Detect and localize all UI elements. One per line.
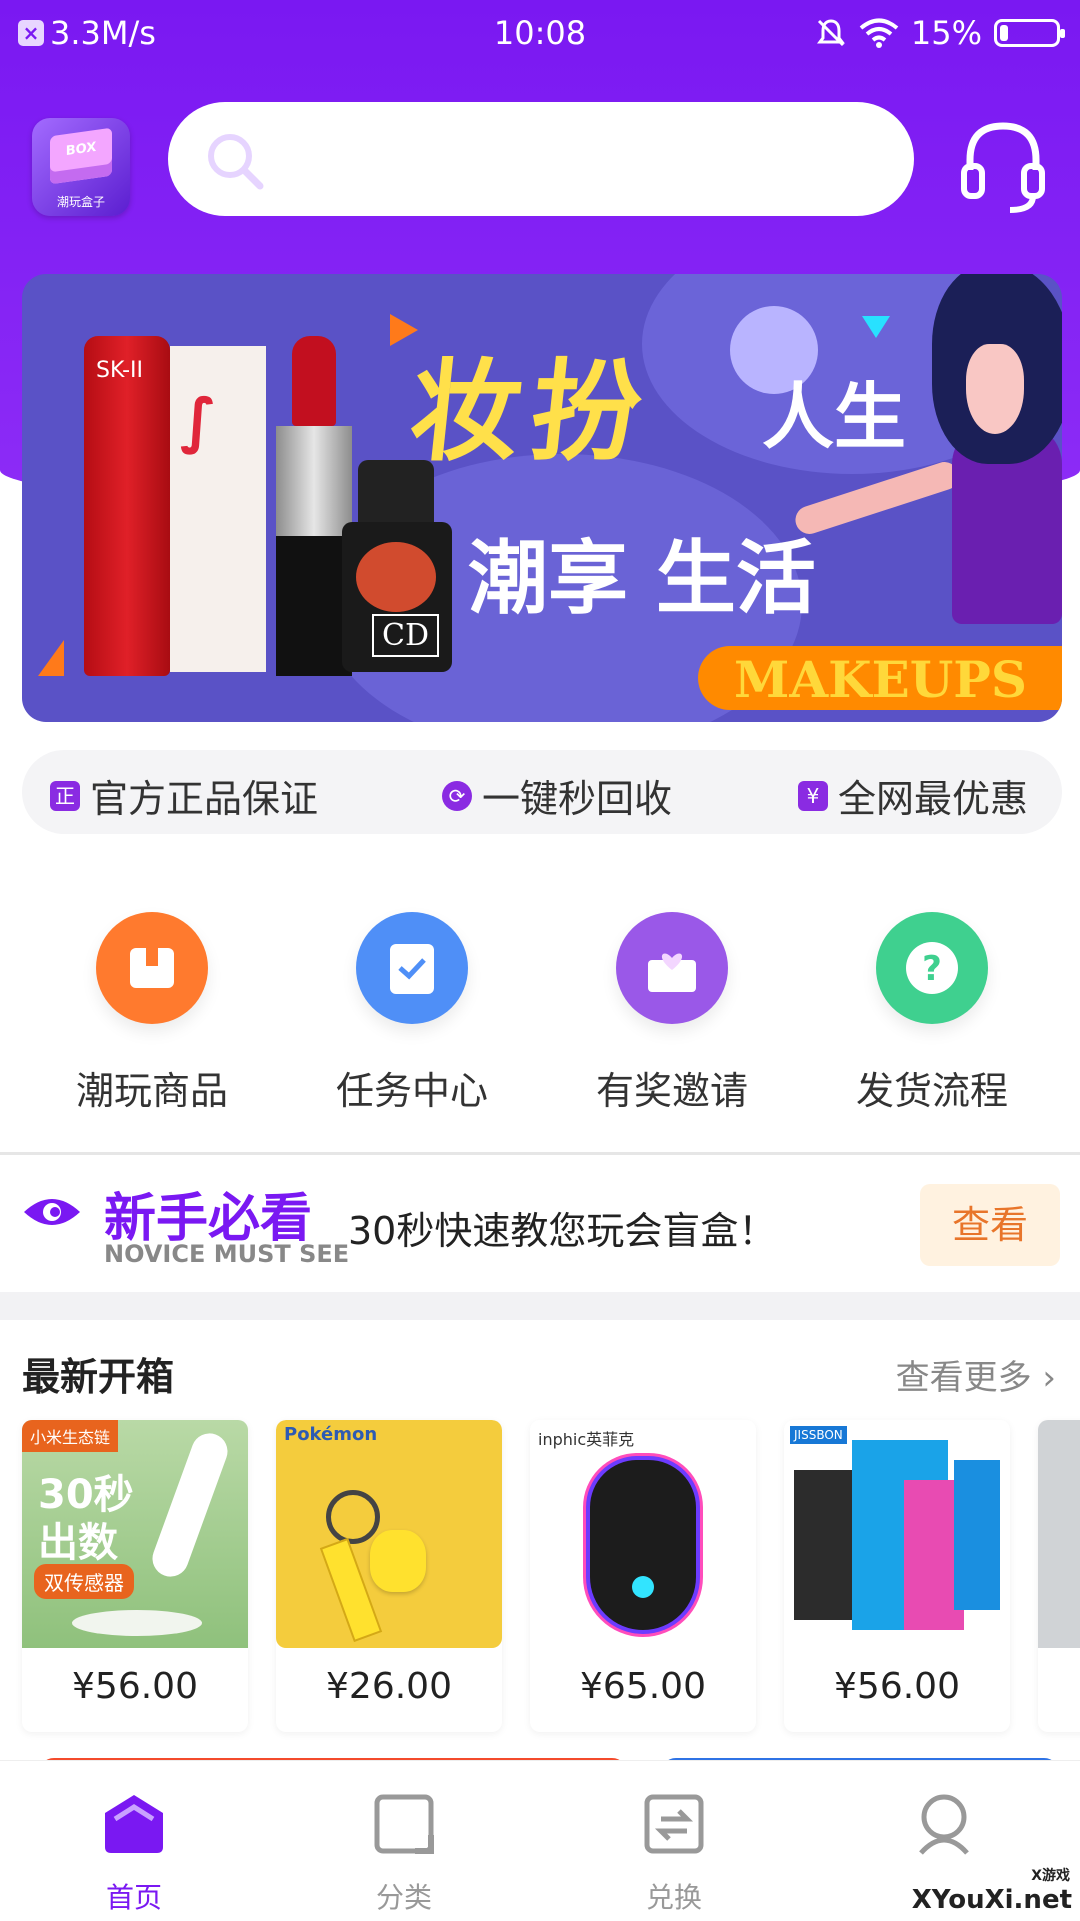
tab-label: 首页 bbox=[105, 1881, 162, 1914]
lipstick-tube bbox=[276, 426, 352, 676]
quick-action-label: 有奖邀请 bbox=[595, 1069, 748, 1113]
novice-subtitle: NOVICE MUST SEE bbox=[104, 1240, 350, 1268]
quick-action-label: 任务中心 bbox=[335, 1069, 488, 1113]
gaming-mouse-image: inphic英菲克 bbox=[530, 1420, 756, 1648]
product-card-partial[interactable] bbox=[1038, 1420, 1080, 1732]
view-more-label: 查看更多 bbox=[895, 1358, 1032, 1398]
product-slogan-3: 双传感器 bbox=[34, 1564, 134, 1599]
model-face bbox=[966, 344, 1024, 434]
app-logo[interactable]: BOX 潮玩盒子 bbox=[32, 118, 130, 216]
brand-cd-logo: CD bbox=[372, 614, 440, 657]
box-icon bbox=[96, 912, 208, 1024]
benefits-strip: 正 官方正品保证 ⟳ 一键秒回收 ¥ 全网最优惠 bbox=[22, 750, 1062, 834]
exchange-icon bbox=[644, 1794, 704, 1854]
certified-icon: 正 bbox=[50, 780, 80, 811]
watermark-small: X游戏 bbox=[1031, 1868, 1070, 1884]
product-tag: JISSBON bbox=[790, 1426, 847, 1444]
search-input[interactable] bbox=[278, 132, 882, 188]
deco-triangle bbox=[862, 316, 890, 338]
latest-unboxing-title: 最新开箱 bbox=[22, 1355, 175, 1399]
banner-headline: 妆扮 bbox=[404, 348, 658, 476]
wifi-icon bbox=[859, 18, 899, 48]
product-card[interactable]: Pokémon ¥26.00 bbox=[276, 1420, 502, 1732]
product-price: ¥56.00 bbox=[72, 1666, 198, 1707]
search-icon bbox=[208, 134, 264, 190]
deco-triangle bbox=[390, 314, 418, 346]
product-price: ¥56.00 bbox=[834, 1666, 960, 1707]
logo-caption: 潮玩盒子 bbox=[56, 195, 105, 209]
product-tag: Pokémon bbox=[284, 1424, 378, 1445]
status-bar: × 3.3M/s 10:08 15% bbox=[0, 0, 1080, 70]
watermark-text: XYouXi.net bbox=[911, 1885, 1072, 1915]
benefit-authentic: 正 官方正品保证 bbox=[50, 768, 318, 823]
skincare-box: ∫ bbox=[170, 346, 266, 672]
benefit-label: 官方正品保证 bbox=[90, 777, 319, 821]
product-tag: inphic英菲克 bbox=[538, 1430, 635, 1449]
eye-icon bbox=[24, 1199, 80, 1225]
svg-text:?: ? bbox=[922, 949, 942, 989]
quick-action-products[interactable]: 潮玩商品 bbox=[52, 912, 252, 1115]
logo-box-graphic: BOX bbox=[50, 127, 112, 185]
tab-home[interactable]: 首页 bbox=[64, 1791, 204, 1916]
chevron-right-icon: › bbox=[1042, 1358, 1056, 1398]
tab-exchange[interactable]: 兑换 bbox=[604, 1791, 744, 1916]
product-slogan-2: 出数 bbox=[38, 1520, 118, 1566]
tab-profile[interactable] bbox=[874, 1791, 1014, 1876]
customer-service-icon[interactable] bbox=[958, 118, 1048, 218]
bottom-tab-bar: 首页 分类 兑换 X游戏 XYouXi.net bbox=[0, 1760, 1080, 1921]
clipboard-check-icon bbox=[356, 912, 468, 1024]
banner-subtitle-2: 潮享 生活 bbox=[468, 532, 816, 625]
battery-percent: 15% bbox=[910, 14, 982, 52]
question-icon: ? bbox=[876, 912, 988, 1024]
quick-action-label: 发货流程 bbox=[855, 1069, 1008, 1113]
product-price: ¥65.00 bbox=[580, 1666, 706, 1707]
product-card[interactable]: inphic英菲克 ¥65.00 bbox=[530, 1420, 756, 1732]
section-divider bbox=[0, 1152, 1080, 1155]
quick-action-invite[interactable]: 有奖邀请 bbox=[572, 912, 772, 1115]
battery-icon bbox=[994, 19, 1065, 47]
benefit-label: 全网最优惠 bbox=[838, 777, 1029, 821]
novice-description: 30秒快速教您玩会盲盒！ bbox=[348, 1209, 777, 1253]
recycle-icon: ⟳ bbox=[442, 780, 472, 811]
search-bar[interactable] bbox=[168, 102, 914, 216]
deco-triangle bbox=[38, 640, 64, 676]
thermometer-image: 小米生态链 30秒 出数 双传感器 bbox=[22, 1420, 248, 1648]
pikachu-keychain-image: Pokémon bbox=[276, 1420, 502, 1648]
status-icons: 15% bbox=[815, 14, 1065, 52]
condom-box-image: JISSBON bbox=[784, 1420, 1010, 1648]
category-icon bbox=[374, 1794, 434, 1854]
quick-action-label: 潮玩商品 bbox=[75, 1069, 228, 1113]
skincare-bottle: SK-II bbox=[84, 336, 170, 676]
makeups-text: MAKEUPS bbox=[734, 650, 1028, 709]
product-price: ¥26.00 bbox=[326, 1666, 452, 1707]
banner-subtitle-1: 人生 bbox=[762, 375, 907, 459]
logo-box-text: BOX bbox=[65, 139, 97, 160]
tab-label: 分类 bbox=[375, 1881, 432, 1914]
product-tag: 小米生态链 bbox=[22, 1420, 119, 1452]
envelope-heart-icon bbox=[616, 912, 728, 1024]
tab-label: 兑换 bbox=[645, 1881, 702, 1914]
product-card[interactable]: JISSBON ¥56.00 bbox=[784, 1420, 1010, 1732]
price-tag-icon: ¥ bbox=[798, 780, 828, 811]
makeups-badge: MAKEUPS bbox=[698, 646, 1062, 710]
profile-icon bbox=[919, 1794, 969, 1855]
quick-action-tasks[interactable]: 任务中心 bbox=[312, 912, 512, 1115]
home-icon bbox=[105, 1795, 163, 1853]
benefit-recycle: ⟳ 一键秒回收 bbox=[442, 768, 672, 823]
brand-label: SK-II bbox=[96, 358, 143, 383]
novice-guide: 新手必看 NOVICE MUST SEE 30秒快速教您玩会盲盒！ 查看 bbox=[0, 1156, 1080, 1292]
section-gap bbox=[0, 1292, 1080, 1320]
view-more-link[interactable]: 查看更多 › bbox=[896, 1350, 1056, 1399]
promo-banner[interactable]: SK-II ∫ CD 妆扮 人生 潮享 生活 MAKEUPS bbox=[22, 274, 1062, 722]
product-card[interactable]: 小米生态链 30秒 出数 双传感器 ¥56.00 bbox=[22, 1420, 248, 1732]
benefit-best-price: ¥ 全网最优惠 bbox=[798, 768, 1028, 823]
watermark: X游戏 XYouXi.net bbox=[911, 1868, 1072, 1915]
view-guide-button[interactable]: 查看 bbox=[920, 1184, 1060, 1266]
tab-category[interactable]: 分类 bbox=[334, 1791, 474, 1916]
quick-action-shipping[interactable]: ? 发货流程 bbox=[832, 912, 1032, 1115]
mute-bell-icon bbox=[816, 19, 845, 47]
lipstick-bullet bbox=[292, 336, 336, 426]
benefit-label: 一键秒回收 bbox=[482, 777, 673, 821]
